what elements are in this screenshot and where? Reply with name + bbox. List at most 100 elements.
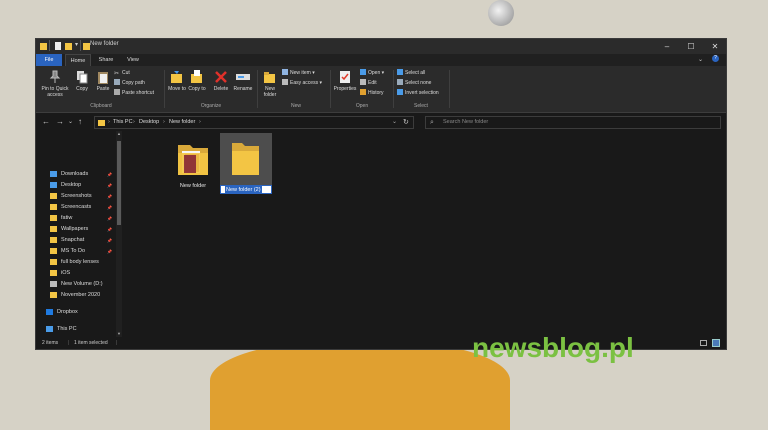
nav-item[interactable]: November 2020 — [36, 290, 116, 301]
nav-item[interactable]: Screencasts 📌 — [36, 202, 116, 213]
nav-item-label: Snapchat — [61, 237, 85, 243]
pin-icon: 📌 — [107, 172, 112, 177]
new-folder-button[interactable]: New folder — [260, 70, 280, 98]
nav-item[interactable]: Dropbox — [36, 307, 116, 318]
select-group-label: Select — [414, 103, 428, 109]
recent-locations-icon[interactable]: ⌄ — [68, 118, 73, 125]
invert-selection-button[interactable]: Invert selection — [397, 89, 439, 97]
tab-file[interactable]: File — [36, 54, 62, 66]
select-all-button[interactable]: Select all — [397, 69, 425, 77]
wallpaper-drop — [488, 0, 514, 26]
paste-shortcut-button[interactable]: Paste shortcut — [114, 89, 154, 97]
select-none-button[interactable]: Select none — [397, 79, 431, 87]
title-bar[interactable]: ▾ New folder – ☐ ✕ — [36, 39, 726, 54]
ribbon-expand-icon[interactable]: ⌄ — [698, 56, 703, 63]
breadcrumb-new-folder[interactable]: New folder — [169, 117, 195, 128]
tab-view[interactable]: View — [122, 54, 144, 66]
nav-item[interactable]: New Volume (D:) — [36, 279, 116, 290]
pin-icon: 📌 — [107, 227, 112, 232]
tab-share[interactable]: Share — [94, 54, 118, 66]
close-icon[interactable]: ✕ — [704, 39, 726, 54]
properties-icon[interactable] — [55, 42, 62, 50]
minimize-icon[interactable]: – — [656, 39, 678, 54]
nav-item[interactable]: Desktop 📌 — [36, 180, 116, 191]
folder-icon — [50, 270, 57, 276]
pin-icon: 📌 — [107, 194, 112, 199]
item-count: 2 items — [42, 340, 59, 346]
navigation-pane: Downloads 📌 Desktop 📌 Screenshots 📌 Screencast… — [36, 131, 122, 349]
address-bar[interactable]: › This PC › Desktop › New folder › ⌄ ↻ — [94, 116, 414, 129]
up-arrow-icon[interactable]: ↑ — [78, 117, 82, 126]
breadcrumb-separator-icon: › — [199, 119, 201, 125]
scroll-thumb[interactable] — [117, 141, 121, 225]
maximize-icon[interactable]: ☐ — [680, 39, 702, 54]
scroll-down-icon[interactable]: ▼ — [117, 331, 121, 336]
folder-icon — [232, 143, 259, 175]
tab-home[interactable]: Home — [65, 54, 91, 66]
nav-item[interactable]: Screenshots 📌 — [36, 191, 116, 202]
refresh-icon[interactable]: ↻ — [403, 117, 409, 128]
rename-textbox[interactable]: New folder (2) — [220, 185, 272, 194]
cut-label: Cut — [122, 70, 130, 76]
search-box[interactable]: ⌕ Search New folder — [425, 116, 721, 129]
selected-folder-item[interactable] — [223, 139, 269, 179]
nav-item[interactable]: This PC — [36, 324, 116, 335]
breadcrumb-this-pc[interactable]: This PC — [113, 117, 133, 128]
new-folder-icon — [264, 72, 275, 83]
new-item-button[interactable]: New item ▾ — [282, 69, 315, 77]
nav-item-label: fatiw — [61, 215, 73, 221]
forward-arrow-icon[interactable]: → — [56, 117, 64, 126]
address-dropdown-icon[interactable]: ⌄ — [392, 117, 397, 128]
back-arrow-icon[interactable]: ← — [42, 117, 50, 126]
address-toolbar: ← → ⌄ ↑ › This PC › Desktop › New folder… — [36, 113, 726, 130]
breadcrumb-desktop[interactable]: Desktop — [139, 117, 159, 128]
breadcrumb-separator-icon: › — [163, 119, 165, 125]
rename-button[interactable]: Rename — [232, 70, 254, 92]
delete-button[interactable]: Delete — [211, 70, 231, 92]
scroll-up-icon[interactable]: ▲ — [117, 131, 121, 136]
nav-item[interactable]: fatiw 📌 — [36, 213, 116, 224]
copy-button[interactable]: Copy — [72, 70, 92, 92]
paste-button[interactable]: Paste — [92, 70, 114, 92]
ribbon: Pin to Quick access Copy Paste ✂ Cut Copy… — [36, 66, 726, 113]
nav-item[interactable]: Downloads 📌 — [36, 169, 116, 180]
nav-item[interactable]: MS To Do 📌 — [36, 246, 116, 257]
history-button[interactable]: History — [360, 89, 384, 97]
delete-icon — [215, 71, 227, 83]
pin-label: Pin to Quick access — [41, 86, 69, 98]
nav-item-label: Downloads — [61, 171, 89, 177]
folder-icon — [178, 145, 208, 175]
cut-button[interactable]: ✂ Cut — [114, 69, 130, 77]
ribbon-tabs: File Home Share View ⌄ ? — [36, 54, 726, 66]
edit-button[interactable]: Edit — [360, 79, 377, 87]
pin-icon: 📌 — [107, 249, 112, 254]
select-none-icon — [397, 79, 403, 85]
clipboard-group-label: Clipboard — [90, 103, 112, 109]
folder-icon — [50, 237, 57, 243]
folder-item[interactable]: New folder — [170, 139, 216, 189]
customize-toolbar-icon[interactable]: ▾ — [75, 41, 78, 48]
details-view-icon[interactable] — [700, 340, 707, 346]
help-icon[interactable]: ? — [712, 55, 719, 62]
paste-shortcut-label: Paste shortcut — [122, 90, 154, 96]
nav-item[interactable]: full body lenses — [36, 257, 116, 268]
large-icons-view-icon[interactable] — [712, 339, 720, 347]
breadcrumb-separator-icon: › — [133, 119, 135, 125]
nav-item[interactable]: Wallpapers 📌 — [36, 224, 116, 235]
copy-path-button[interactable]: Copy path — [114, 79, 145, 87]
pin-icon: 📌 — [107, 238, 112, 243]
move-to-button[interactable]: Move to — [168, 70, 186, 92]
history-icon — [360, 89, 366, 95]
file-list[interactable]: New folder New folder (2) — [122, 131, 726, 337]
open-button[interactable]: Open ▾ — [360, 69, 384, 77]
download-icon — [50, 171, 57, 177]
select-all-icon — [397, 69, 403, 75]
copy-to-button[interactable]: Copy to — [188, 70, 206, 92]
new-folder-icon[interactable] — [65, 42, 72, 50]
easy-access-button[interactable]: Easy access ▾ — [282, 79, 322, 87]
properties-button[interactable]: Properties — [332, 70, 358, 92]
nav-item[interactable]: Snapchat 📌 — [36, 235, 116, 246]
nav-item[interactable]: iOS — [36, 268, 116, 279]
invert-selection-label: Invert selection — [405, 90, 439, 96]
pin-to-quick-access-button[interactable]: Pin to Quick access — [38, 70, 72, 98]
